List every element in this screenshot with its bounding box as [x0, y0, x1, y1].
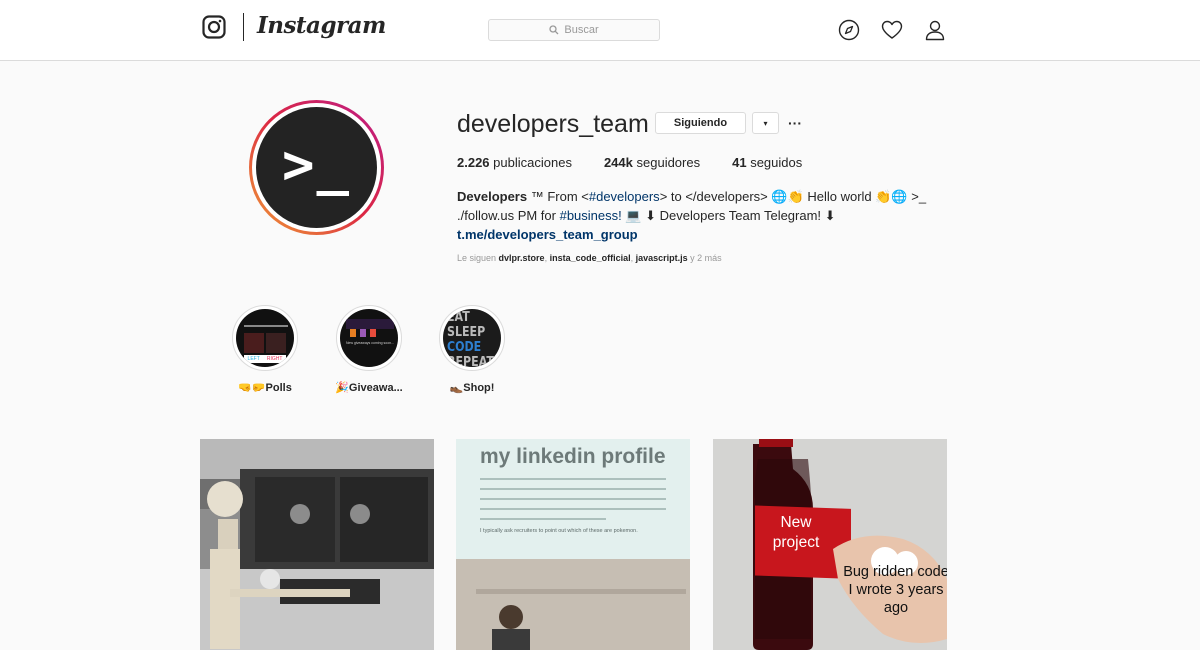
profile-bio: Developers ™ From <#developers> to </dev… — [457, 187, 947, 244]
chevron-down-icon[interactable]: ▾ — [752, 112, 779, 134]
post-caption: I typically ask recruiters to point out … — [480, 528, 638, 534]
highlight-shop[interactable]: EAT SLEEP CODE REPEAT — [439, 305, 505, 371]
highlight-label: 👞Shop! — [449, 382, 495, 394]
stat-following[interactable]: 41 seguidos — [732, 155, 802, 170]
post-image — [200, 439, 434, 650]
bio-line-1: Developers ™ From <#developers> to </dev… — [457, 189, 927, 204]
hashtag-link[interactable]: #business! — [560, 208, 622, 223]
highlight-thumbnail: EAT SLEEP CODE REPEAT — [443, 309, 501, 367]
highlight-label: 🎉Giveawa... — [335, 382, 403, 394]
stat-posts: 2.226 publicaciones — [457, 155, 572, 170]
post-image — [456, 439, 690, 650]
highlight-polls[interactable]: LEFT RIGHT — [232, 305, 298, 371]
heart-icon[interactable] — [881, 19, 903, 41]
instagram-camera-icon[interactable] — [202, 15, 226, 39]
follower-link[interactable]: javascript.js — [636, 253, 688, 263]
post-image — [713, 439, 947, 650]
logo-divider — [243, 13, 244, 41]
compass-icon[interactable] — [838, 19, 860, 41]
follower-link[interactable]: dvlpr.store — [499, 253, 545, 263]
search-icon — [549, 25, 559, 35]
skeleton-waiting-post[interactable] — [200, 439, 434, 650]
following-button[interactable]: Siguiendo — [655, 112, 746, 134]
post-title: my linkedin profile — [480, 445, 666, 468]
profile-username: developers_team — [457, 110, 649, 138]
post-label-new-project: New project — [772, 514, 820, 551]
avatar-terminal-glyph: >_ — [281, 133, 352, 196]
highlight-thumbnail: New giveaways coming soon... — [340, 309, 398, 367]
stat-followers[interactable]: 244k seguidores — [604, 155, 700, 170]
top-navbar: Instagram Buscar — [0, 0, 1200, 61]
user-icon[interactable] — [924, 19, 946, 41]
instagram-wordmark[interactable]: Instagram — [257, 12, 386, 39]
bio-website-link[interactable]: t.me/developers_team_group — [457, 227, 638, 242]
hashtag-link[interactable]: #developers — [589, 189, 660, 204]
highlight-label: 🤜🤛Polls — [238, 382, 292, 394]
profile-stats: 2.226 publicaciones 244k seguidores 41 s… — [457, 155, 834, 170]
linkedin-profile-post[interactable]: my linkedin profile I typically ask recr… — [456, 439, 690, 650]
bio-line-2: ./follow.us PM for #business! 💻 ⬇ Develo… — [457, 208, 836, 223]
search-placeholder: Buscar — [564, 24, 599, 36]
follower-link[interactable]: insta_code_official — [550, 253, 631, 263]
avatar-image: >_ — [256, 107, 377, 228]
highlight-thumbnail: LEFT RIGHT — [236, 309, 294, 367]
highlight-giveaways[interactable]: New giveaways coming soon... — [336, 305, 402, 371]
more-options-icon[interactable]: ··· — [786, 113, 804, 133]
post-label-bug-code: Bug ridden code I wrote 3 years ago — [843, 564, 947, 616]
followed-by: Le siguen dvlpr.store, insta_code_offici… — [457, 253, 722, 263]
bio-line-3: t.me/developers_team_group — [457, 225, 947, 244]
new-project-bottle-post[interactable]: New project Bug ridden code I wrote 3 ye… — [713, 439, 947, 650]
profile-avatar[interactable]: >_ — [249, 100, 384, 235]
search-input[interactable]: Buscar — [488, 19, 660, 41]
